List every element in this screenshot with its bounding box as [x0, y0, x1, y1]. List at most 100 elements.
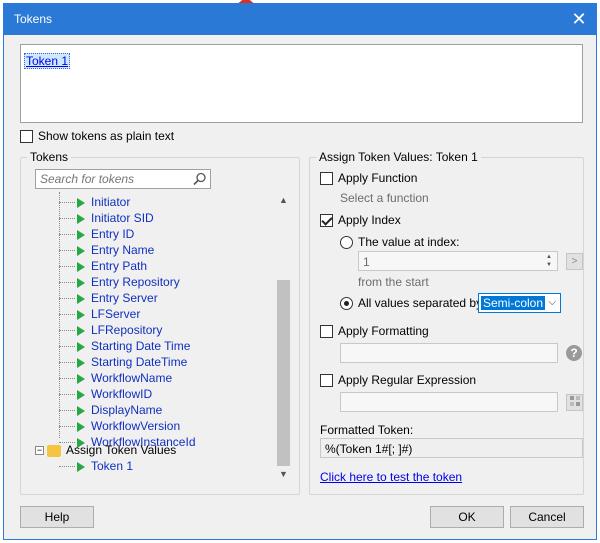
show-plain-text-checkbox[interactable] [20, 130, 33, 144]
tree-item-label: WorkflowName [91, 371, 173, 385]
play-icon [77, 277, 85, 288]
assign-group-title: Assign Token Values: Token 1 [316, 150, 481, 164]
play-icon [77, 293, 85, 304]
select-function-hint: Select a function [340, 191, 429, 205]
regex-builder-icon[interactable] [566, 394, 583, 411]
play-icon [77, 213, 85, 224]
tree-item-label: Entry ID [91, 227, 135, 241]
tree-item-label: Starting DateTime [91, 355, 188, 369]
show-plain-text-label: Show tokens as plain text [38, 129, 175, 143]
play-icon [77, 325, 85, 336]
tree-item-token[interactable]: Starting DateTime [59, 354, 187, 370]
help-icon[interactable]: ? [566, 345, 582, 361]
ok-button[interactable]: OK [430, 506, 504, 528]
cancel-button[interactable]: Cancel [510, 506, 584, 528]
all-values-label: All values separated by: [358, 296, 486, 310]
play-icon [77, 245, 85, 256]
token-chip[interactable]: Token 1 [24, 53, 71, 69]
token-folder-icon [47, 444, 61, 457]
tree-item-token[interactable]: LFRepository [59, 322, 162, 338]
apply-formatting-row[interactable]: Apply Formatting [320, 324, 429, 339]
assign-node-label: Assign Token Values [66, 443, 177, 457]
collapse-icon[interactable]: − [35, 446, 44, 456]
apply-function-checkbox[interactable] [320, 172, 333, 186]
regex-input[interactable] [340, 392, 558, 412]
tree-node-assign-token-values[interactable]: − Assign Token Values [35, 442, 176, 458]
apply-function-label: Apply Function [338, 171, 418, 185]
tree-item-token[interactable]: Entry ID [59, 226, 134, 242]
tree-scrollbar[interactable]: ▲ ▼ [275, 192, 292, 482]
index-spinner-icon[interactable]: ▲ ▼ [542, 253, 556, 269]
tree-item-token[interactable]: WorkflowID [59, 386, 152, 402]
tree-item-token[interactable]: Initiator SID [59, 210, 154, 226]
separator-select[interactable]: Semi-colon ⌵ [478, 293, 561, 313]
value-at-index-row[interactable]: The value at index: [340, 235, 460, 250]
play-icon [77, 229, 85, 240]
tree-item-label: Starting Date Time [91, 339, 191, 353]
all-values-radio[interactable] [340, 297, 353, 311]
scroll-up-icon[interactable]: ▲ [275, 192, 292, 208]
tree-item-label: Entry Repository [91, 275, 180, 289]
apply-regex-checkbox[interactable] [320, 374, 333, 388]
title-bar: Tokens ✕ [4, 4, 596, 35]
tree-item-token[interactable]: Initiator [59, 194, 130, 210]
token-tree: Initiator Initiator SID Entry ID Entry Name… [35, 192, 272, 482]
tree-item-token[interactable]: DisplayName [59, 402, 162, 418]
apply-index-checkbox[interactable] [320, 214, 333, 228]
tree-item-token[interactable]: WorkflowName [59, 370, 172, 386]
tree-item-token[interactable]: LFServer [59, 306, 140, 322]
apply-index-label: Apply Index [338, 213, 401, 227]
token-search-input[interactable] [36, 170, 186, 188]
assign-token-values-group: Assign Token Values: Token 1 Apply Funct… [309, 150, 584, 495]
play-icon [77, 405, 85, 416]
formatting-input[interactable] [340, 343, 558, 363]
index-value-input[interactable]: 1 ▲ ▼ [358, 251, 558, 271]
tree-item-label: Initiator SID [91, 211, 154, 225]
tree-item-token[interactable]: Entry Server [59, 290, 158, 306]
play-icon [77, 373, 85, 384]
window-title: Tokens [14, 12, 53, 26]
apply-formatting-checkbox[interactable] [320, 325, 333, 339]
tree-item-token-1[interactable]: Token 1 [59, 458, 133, 474]
token-expression-editor[interactable]: Token 1 [20, 44, 583, 123]
play-icon [77, 421, 85, 432]
help-button[interactable]: Help [20, 506, 94, 528]
from-start-hint: from the start [358, 275, 429, 289]
tree-item-label: Entry Server [91, 291, 158, 305]
play-icon [77, 389, 85, 400]
apply-regex-row[interactable]: Apply Regular Expression [320, 373, 476, 388]
index-next-button[interactable]: > [566, 253, 583, 270]
separator-value: Semi-colon [481, 296, 546, 310]
tree-item-label: LFServer [91, 307, 141, 321]
tree-item-token[interactable]: Starting Date Time [59, 338, 190, 354]
tree-item-label: LFRepository [91, 323, 163, 337]
play-icon [77, 357, 85, 368]
value-at-index-radio[interactable] [340, 236, 353, 250]
tree-item-label: DisplayName [91, 403, 163, 417]
all-values-row[interactable]: All values separated by: [340, 296, 486, 311]
play-icon [77, 341, 85, 352]
apply-function-row[interactable]: Apply Function [320, 171, 418, 186]
chevron-down-icon[interactable]: ⌵ [548, 297, 556, 308]
search-icon[interactable] [193, 172, 207, 186]
test-token-link[interactable]: Click here to test the token [320, 470, 462, 484]
formatted-token-label: Formatted Token: [320, 423, 414, 437]
tree-item-token[interactable]: WorkflowVersion [59, 418, 180, 434]
tree-item-token[interactable]: Entry Name [59, 242, 154, 258]
tree-item-token[interactable]: Entry Path [59, 258, 147, 274]
apply-index-row[interactable]: Apply Index [320, 213, 401, 228]
show-plain-text-row[interactable]: Show tokens as plain text [20, 129, 175, 144]
play-icon [77, 261, 85, 272]
token-search-box[interactable] [35, 169, 211, 189]
tokens-group-title: Tokens [27, 150, 72, 164]
formatted-token-output: %(Token 1#[; ]#) [320, 438, 583, 458]
tree-item-label: Token 1 [91, 459, 134, 473]
value-at-index-label: The value at index: [358, 235, 460, 249]
tree-item-token[interactable]: Entry Repository [59, 274, 180, 290]
tree-item-label: Entry Path [91, 259, 148, 273]
scroll-thumb[interactable] [277, 280, 290, 466]
close-icon[interactable]: ✕ [568, 8, 590, 30]
scroll-down-icon[interactable]: ▼ [275, 466, 292, 482]
index-value: 1 [363, 255, 370, 269]
play-icon [77, 309, 85, 320]
